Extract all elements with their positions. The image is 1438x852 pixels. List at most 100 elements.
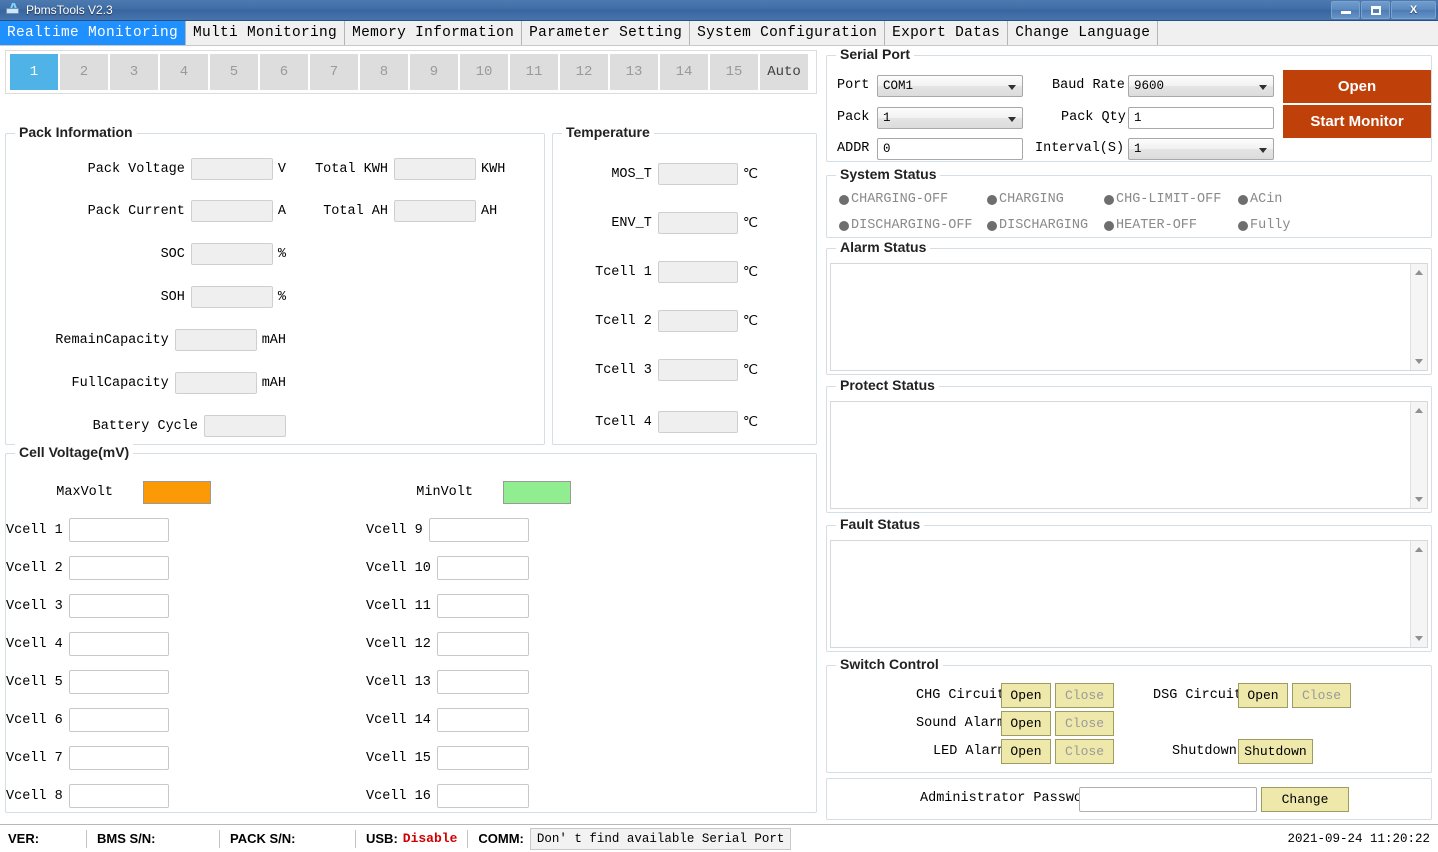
field-battery-cycle-value[interactable] [204,415,286,437]
pack-button-8[interactable]: 8 [360,54,408,90]
pack-button-13[interactable]: 13 [610,54,658,90]
status-discharging-label: DISCHARGING [999,218,1088,233]
scroll-down-button[interactable] [1411,491,1428,508]
minimize-button[interactable] [1331,1,1360,19]
field-tcell-1-value[interactable] [658,261,738,283]
dsg-circuit-open-button[interactable]: Open [1238,683,1288,708]
led-alarm-close-button[interactable]: Close [1055,739,1114,764]
vcell-8-value[interactable] [69,784,169,808]
fault-status-scrollbar[interactable] [1410,541,1427,647]
pack-select[interactable]: 1 [877,107,1023,129]
pack-button-3[interactable]: 3 [110,54,158,90]
scroll-down-button[interactable] [1411,353,1428,370]
scroll-up-button[interactable] [1411,264,1428,281]
change-password-button[interactable]: Change [1261,787,1349,812]
tab-system-configuration[interactable]: System Configuration [690,21,885,45]
pack-button-9[interactable]: 9 [410,54,458,90]
field-soc-value[interactable] [191,243,273,265]
scroll-down-button[interactable] [1411,630,1428,647]
field-full-capacity-value[interactable] [175,372,257,394]
system-status-group: System Status CHARGING-OFF CHARGING CHG-… [826,175,1432,238]
vcell-1-value[interactable] [69,518,169,542]
vcell-12-value[interactable] [437,632,529,656]
port-select[interactable]: COM1 [877,75,1023,97]
pack-button-11[interactable]: 11 [510,54,558,90]
pack-button-10[interactable]: 10 [460,54,508,90]
vcell-3-value[interactable] [69,594,169,618]
field-tcell-4-value[interactable] [658,411,738,433]
dsg-circuit-close-button[interactable]: Close [1292,683,1351,708]
start-monitor-button[interactable]: Start Monitor [1283,105,1431,138]
vcell-4-value[interactable] [69,632,169,656]
maximize-button[interactable] [1361,1,1390,19]
pack-button-15[interactable]: 15 [710,54,758,90]
status-divider [219,830,220,848]
shutdown-button[interactable]: Shutdown [1238,739,1313,764]
tab-change-language[interactable]: Change Language [1008,21,1158,45]
fault-status-legend: Fault Status [836,516,924,532]
vcell-5-value[interactable] [69,670,169,694]
pack-qty-input[interactable]: 1 [1128,107,1274,129]
alarm-status-list[interactable] [830,263,1428,371]
chg-circuit-open-button[interactable]: Open [1001,683,1051,708]
tab-export-datas[interactable]: Export Datas [885,21,1008,45]
vcell-6-value[interactable] [69,708,169,732]
field-mos-t-unit: ℃ [743,166,758,183]
status-charging-label: CHARGING [999,192,1064,207]
field-pack-current-value[interactable] [191,200,273,222]
vcell-14-value[interactable] [437,708,529,732]
addr-input[interactable]: 0 [877,138,1023,160]
vcell-6-label: Vcell 6 [6,713,63,728]
pack-button-4[interactable]: 4 [160,54,208,90]
pack-button-14[interactable]: 14 [660,54,708,90]
field-pack-voltage-value[interactable] [191,158,273,180]
field-remain-capacity-value[interactable] [175,329,257,351]
field-mos-t-value[interactable] [658,163,738,185]
vcell-7-label: Vcell 7 [6,751,63,766]
vcell-7-value[interactable] [69,746,169,770]
pack-label: Pack [837,110,869,125]
tab-parameter-setting[interactable]: Parameter Setting [522,21,690,45]
vcell-9-value[interactable] [429,518,529,542]
baud-rate-select[interactable]: 9600 [1128,75,1274,97]
tab-realtime-monitoring[interactable]: Realtime Monitoring [0,21,186,45]
close-button[interactable]: X [1391,1,1436,19]
open-port-button[interactable]: Open [1283,70,1431,103]
led-alarm-open-button[interactable]: Open [1001,739,1051,764]
protect-status-list[interactable] [830,401,1428,509]
field-total-ah-value[interactable] [394,200,476,222]
scroll-up-button[interactable] [1411,541,1428,558]
field-tcell-2-value[interactable] [658,310,738,332]
pack-button-5[interactable]: 5 [210,54,258,90]
vcell-2-value[interactable] [69,556,169,580]
alarm-status-scrollbar[interactable] [1410,264,1427,370]
pack-button-7[interactable]: 7 [310,54,358,90]
cell-row-vcell-13: Vcell 13 [366,670,529,694]
field-soh-value[interactable] [191,286,273,308]
interval-select[interactable]: 1 [1128,138,1274,160]
fault-status-list[interactable] [830,540,1428,648]
chg-circuit-close-button[interactable]: Close [1055,683,1114,708]
vcell-13-value[interactable] [437,670,529,694]
vcell-10-value[interactable] [437,556,529,580]
field-total-kwh-value[interactable] [394,158,476,180]
vcell-16-value[interactable] [437,784,529,808]
field-env-t-value[interactable] [658,212,738,234]
administrator-password-input[interactable] [1079,787,1257,812]
pack-button-2[interactable]: 2 [60,54,108,90]
field-tcell-3-value[interactable] [658,359,738,381]
vcell-11-value[interactable] [437,594,529,618]
sound-alarm-close-button[interactable]: Close [1055,711,1114,736]
vcell-15-value[interactable] [437,746,529,770]
tab-multi-monitoring[interactable]: Multi Monitoring [186,21,345,45]
sound-alarm-open-button[interactable]: Open [1001,711,1051,736]
protect-status-scrollbar[interactable] [1410,402,1427,508]
pack-button-auto[interactable]: Auto [760,54,808,90]
pack-button-1[interactable]: 1 [10,54,58,90]
field-remain-capacity-label: RemainCapacity [55,333,168,348]
pack-button-12[interactable]: 12 [560,54,608,90]
interval-label: Interval(S) [1035,141,1124,156]
scroll-up-button[interactable] [1411,402,1428,419]
tab-memory-information[interactable]: Memory Information [345,21,522,45]
pack-button-6[interactable]: 6 [260,54,308,90]
